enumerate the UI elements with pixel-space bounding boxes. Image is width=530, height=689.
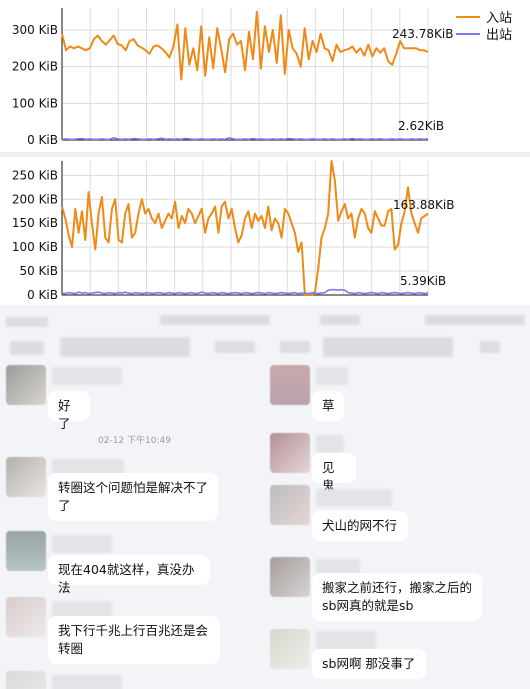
avatar[interactable] bbox=[6, 531, 46, 571]
series-end-label: 5.39KiB bbox=[400, 274, 446, 288]
blurred-header-text bbox=[10, 341, 44, 355]
inbound-outbound-chart-2: 0 KiB 50 KiB 100 KiB 150 KiB 200 KiB 250 KiB 1… bbox=[0, 157, 530, 305]
blurred-header-text bbox=[320, 315, 360, 325]
avatar[interactable] bbox=[270, 629, 310, 669]
legend-label-outbound: 出站 bbox=[486, 28, 512, 43]
blurred-header-text bbox=[60, 337, 190, 357]
sender-name bbox=[316, 435, 344, 453]
timestamp: 02-12 下午10:49 bbox=[98, 436, 171, 446]
blurred-header-text bbox=[215, 341, 255, 353]
chat-panel: 好了 02-12 下午10:49 转圈这个问题怕是解决不了了 现在404就这样，… bbox=[0, 305, 530, 689]
blurred-header-text bbox=[425, 315, 525, 325]
sender-name bbox=[316, 631, 376, 649]
y-tick-label: 100 KiB bbox=[12, 96, 58, 110]
series-line-inbound bbox=[61, 160, 429, 296]
avatar[interactable] bbox=[270, 557, 310, 597]
y-tick-label: 150 KiB bbox=[12, 216, 58, 230]
sender-name bbox=[52, 675, 122, 689]
message-bubble: 好了 bbox=[48, 391, 90, 431]
y-tick-label: 250 KiB bbox=[12, 168, 58, 182]
y-tick-label: 200 KiB bbox=[12, 192, 58, 206]
message-bubble: sb网啊 那没事了 bbox=[312, 649, 426, 679]
sender-name bbox=[52, 367, 122, 385]
series-line-outbound bbox=[61, 137, 429, 141]
avatar[interactable] bbox=[6, 671, 46, 689]
avatar[interactable] bbox=[270, 485, 310, 525]
y-tick-label: 50 KiB bbox=[19, 264, 58, 278]
message-bubble: 见鬼 bbox=[312, 453, 356, 493]
series-end-label: 2.62KiB bbox=[398, 119, 444, 133]
sender-name bbox=[316, 489, 392, 507]
y-tick-label: 200 KiB bbox=[12, 60, 58, 74]
message-bubble: 草 bbox=[312, 391, 344, 421]
message-bubble: 转圈这个问题怕是解决不了了 bbox=[48, 473, 218, 521]
avatar[interactable] bbox=[270, 365, 310, 405]
message-bubble: 犬山的网不行 bbox=[312, 511, 408, 541]
series-end-label: 163.88KiB bbox=[393, 198, 454, 212]
y-tick-label: 0 KiB bbox=[27, 288, 58, 302]
blurred-header-text bbox=[280, 341, 310, 353]
blurred-header-text bbox=[6, 317, 48, 327]
y-tick-label: 0 KiB bbox=[27, 133, 58, 147]
inbound-outbound-chart-1: 0 KiB 100 KiB 200 KiB 300 KiB 243.78KiB 2.62K… bbox=[0, 0, 530, 152]
avatar[interactable] bbox=[6, 597, 46, 637]
sender-name bbox=[316, 367, 348, 385]
avatar[interactable] bbox=[6, 457, 46, 497]
blurred-header-text bbox=[480, 341, 500, 353]
sender-name bbox=[52, 535, 112, 553]
chart-2-svg: 0 KiB 50 KiB 100 KiB 150 KiB 200 KiB 250 KiB 1… bbox=[12, 160, 454, 302]
avatar[interactable] bbox=[6, 365, 46, 405]
avatar[interactable] bbox=[270, 433, 310, 473]
blurred-header-text bbox=[160, 315, 270, 325]
message-bubble: 现在404就这样，真没办法 bbox=[48, 555, 210, 595]
series-end-label: 243.78KiB bbox=[392, 27, 453, 41]
message-bubble: 搬家之前还行，搬家之后的sb网真的就是sb bbox=[312, 573, 482, 621]
series-line-outbound bbox=[61, 288, 429, 295]
y-tick-label: 300 KiB bbox=[12, 23, 58, 37]
y-tick-label: 100 KiB bbox=[12, 240, 58, 254]
blurred-header-text bbox=[323, 337, 453, 357]
chart-1-svg: 0 KiB 100 KiB 200 KiB 300 KiB 243.78KiB 2.62K… bbox=[12, 8, 512, 147]
message-bubble: 我下行千兆上行百兆还是会转圈 bbox=[48, 616, 220, 664]
legend-label-inbound: 入站 bbox=[486, 11, 512, 26]
series-line-inbound bbox=[61, 10, 429, 81]
